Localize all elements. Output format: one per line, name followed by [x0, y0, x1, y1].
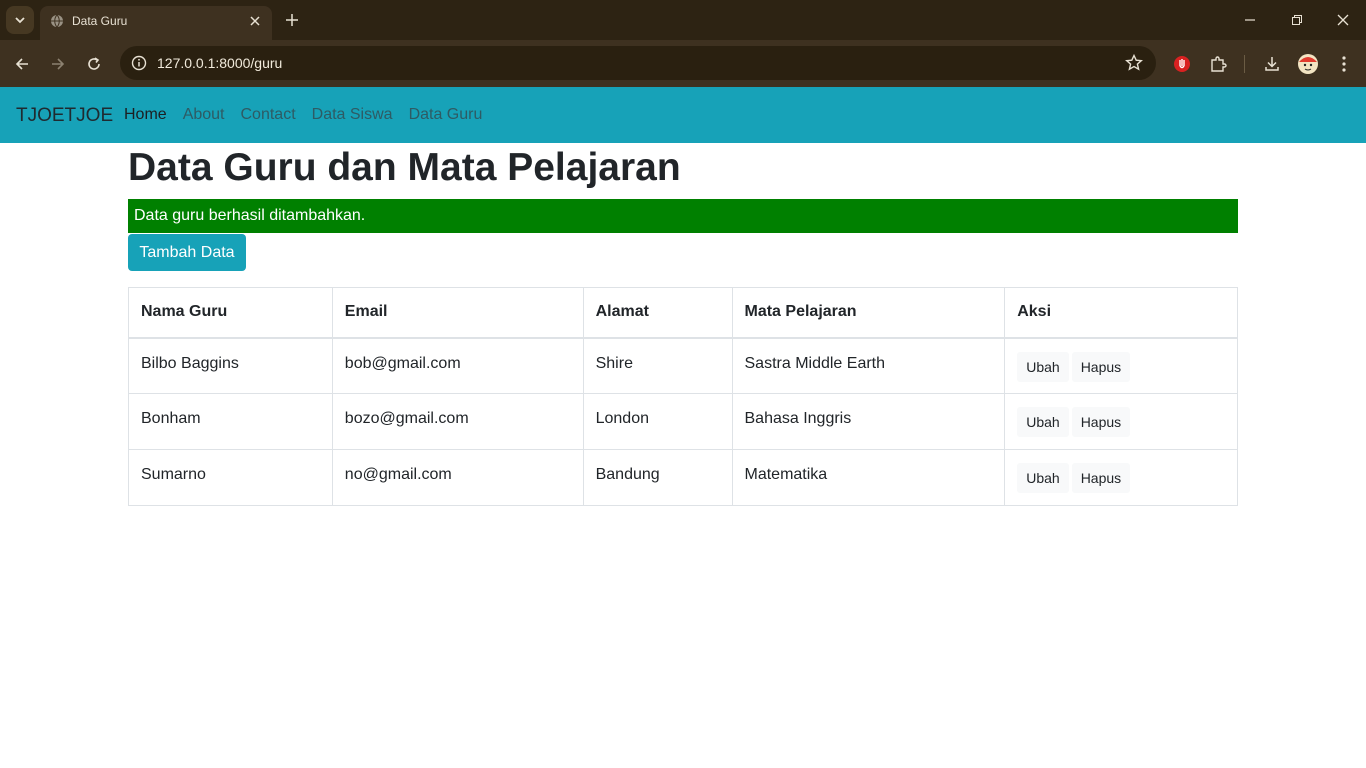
- cell-email: no@gmail.com: [331, 449, 584, 506]
- profile-avatar[interactable]: [1296, 52, 1320, 76]
- cell-mapel: Bahasa Inggris: [731, 393, 1006, 450]
- edit-button[interactable]: Ubah: [1017, 463, 1069, 493]
- edit-button[interactable]: Ubah: [1017, 407, 1069, 437]
- chevron-down-icon: [15, 17, 25, 24]
- url-text: 127.0.0.1:8000/guru: [157, 55, 283, 71]
- header-nama-guru: Nama Guru: [128, 287, 333, 339]
- new-tab-icon[interactable]: [282, 10, 302, 30]
- tab-title: Data Guru: [72, 14, 128, 28]
- table-header-row: Nama Guru Email Alamat Mata Pelajaran Ak…: [128, 287, 1238, 339]
- extensions-puzzle-icon[interactable]: [1206, 52, 1230, 76]
- cell-nama: Bilbo Baggins: [128, 337, 333, 394]
- toolbar-separator: [1244, 55, 1245, 73]
- restore-icon[interactable]: [1285, 8, 1309, 32]
- more-menu-icon[interactable]: [1332, 52, 1356, 76]
- minimize-icon[interactable]: [1238, 8, 1262, 32]
- header-mata-pelajaran: Mata Pelajaran: [731, 287, 1006, 339]
- browser-toolbar: 127.0.0.1:8000/guru: [0, 40, 1366, 87]
- table-row: Sumarno no@gmail.com Bandung Matematika …: [128, 449, 1238, 506]
- cell-aksi: Ubah Hapus: [1004, 449, 1238, 506]
- cell-email: bozo@gmail.com: [331, 393, 584, 450]
- delete-button[interactable]: Hapus: [1071, 407, 1131, 437]
- cell-alamat: Bandung: [582, 449, 733, 506]
- download-icon[interactable]: [1260, 52, 1284, 76]
- site-info-icon[interactable]: [130, 54, 148, 72]
- cell-aksi: Ubah Hapus: [1004, 393, 1238, 450]
- table-row: Bilbo Baggins bob@gmail.com Shire Sastra…: [128, 337, 1238, 394]
- browser-tab[interactable]: Data Guru: [40, 6, 272, 40]
- bookmark-star-icon[interactable]: [1124, 53, 1144, 73]
- globe-icon: [50, 14, 64, 28]
- nav-link-data-siswa[interactable]: Data Siswa: [312, 106, 393, 124]
- tab-search-button[interactable]: [6, 6, 34, 34]
- back-icon[interactable]: [10, 52, 34, 76]
- reload-icon[interactable]: [82, 52, 106, 76]
- navbar-brand[interactable]: TJOETJOE: [16, 105, 113, 127]
- delete-button[interactable]: Hapus: [1071, 351, 1131, 382]
- nav-link-contact[interactable]: Contact: [241, 106, 296, 124]
- nav-link-data-guru[interactable]: Data Guru: [409, 106, 483, 124]
- table-row: Bonham bozo@gmail.com London Bahasa Ingg…: [128, 393, 1238, 450]
- add-data-button[interactable]: Tambah Data: [128, 234, 246, 271]
- delete-button[interactable]: Hapus: [1071, 463, 1131, 493]
- header-email: Email: [331, 287, 584, 339]
- edit-button[interactable]: Ubah: [1017, 351, 1069, 382]
- nav-links: Home About Contact Data Siswa Data Guru: [124, 106, 482, 124]
- guru-table: Nama Guru Email Alamat Mata Pelajaran Ak…: [128, 287, 1238, 506]
- site-navbar: TJOETJOE Home About Contact Data Siswa D…: [0, 87, 1366, 143]
- close-tab-icon[interactable]: [246, 12, 264, 30]
- page-title: Data Guru dan Mata Pelajaran: [128, 146, 681, 189]
- cell-aksi: Ubah Hapus: [1004, 337, 1238, 394]
- cell-alamat: Shire: [582, 337, 733, 394]
- cell-mapel: Sastra Middle Earth: [731, 337, 1006, 394]
- browser-tab-bar: Data Guru: [0, 0, 1366, 40]
- nav-link-about[interactable]: About: [183, 106, 225, 124]
- close-window-icon[interactable]: [1331, 8, 1355, 32]
- header-aksi: Aksi: [1004, 287, 1238, 339]
- cell-alamat: London: [582, 393, 733, 450]
- cell-nama: Bonham: [128, 393, 333, 450]
- address-bar[interactable]: 127.0.0.1:8000/guru: [120, 46, 1156, 80]
- nav-link-home[interactable]: Home: [124, 106, 167, 124]
- forward-icon[interactable]: [46, 52, 70, 76]
- cell-email: bob@gmail.com: [331, 337, 584, 394]
- extension-stop-icon[interactable]: [1170, 52, 1194, 76]
- cell-nama: Sumarno: [128, 449, 333, 506]
- success-alert: Data guru berhasil ditambahkan.: [128, 199, 1238, 233]
- cell-mapel: Matematika: [731, 449, 1006, 506]
- header-alamat: Alamat: [582, 287, 733, 339]
